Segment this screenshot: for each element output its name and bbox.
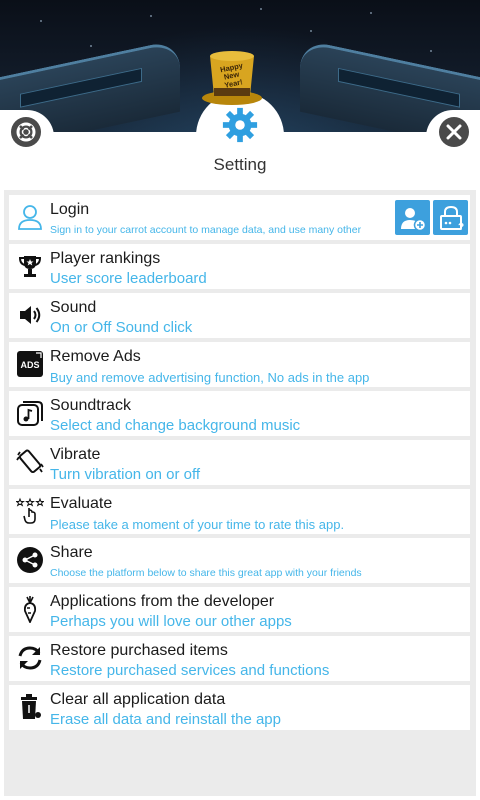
item-subtitle: Turn vibration on or off [50,466,201,483]
item-title: Soundtrack [50,397,131,414]
trophy-icon [16,252,44,280]
setting-item-login[interactable]: Login Sign in to your carrot account to … [9,195,470,240]
item-subtitle: Erase all data and reinstall the app [50,711,281,728]
item-subtitle: Choose the platform below to share this … [50,567,362,579]
setting-item-clear-data[interactable]: Clear all application data Erase all dat… [9,685,470,730]
page-title: Setting [213,155,267,174]
item-title: Clear all application data [50,691,226,708]
rate-icon [16,497,44,525]
item-title: Evaluate [50,495,113,512]
ads-icon: ADS [16,350,44,378]
item-title: Vibrate [50,446,101,463]
vibrate-icon [16,448,44,476]
item-subtitle: Select and change background music [50,417,301,434]
trash-icon [16,693,44,721]
setting-item-restore[interactable]: Restore purchased items Restore purchase… [9,636,470,681]
item-subtitle: On or Off Sound click [50,319,193,336]
setting-item-remove-ads[interactable]: ADS Remove Ads Buy and remove advertisin… [9,342,470,387]
setting-item-sound[interactable]: Sound On or Off Sound click [9,293,470,338]
settings-list: Login Sign in to your carrot account to … [4,190,476,796]
item-subtitle: Perhaps you will love our other apps [50,613,292,630]
setting-item-share[interactable]: Share Choose the platform below to share… [9,538,470,583]
restore-icon [16,644,44,672]
add-user-icon [400,207,426,231]
password-button[interactable]: ? [433,200,468,235]
music-icon [16,399,44,427]
svg-text:ADS: ADS [20,360,39,370]
support-button[interactable] [11,117,41,147]
setting-item-player-rankings[interactable]: Player rankings User score leaderboard [9,244,470,289]
item-title: Player rankings [50,250,161,267]
add-account-button[interactable] [395,200,430,235]
svg-text:?: ? [458,222,464,232]
item-subtitle: Restore purchased services and functions [50,662,330,679]
item-subtitle: Sign in to your carrot account to manage… [50,224,362,236]
setting-item-vibrate[interactable]: Vibrate Turn vibration on or off [9,440,470,485]
user-icon [16,203,44,231]
item-title: Login [50,201,90,218]
close-icon [446,124,462,140]
item-subtitle: User score leaderboard [50,270,207,287]
setting-item-developer-apps[interactable]: Applications from the developer Perhaps … [9,587,470,632]
setting-item-evaluate[interactable]: Evaluate Please take a moment of your ti… [9,489,470,534]
item-title: Share [50,544,93,561]
item-subtitle: Please take a moment of your time to rat… [50,517,345,532]
item-title: Restore purchased items [50,642,228,659]
setting-item-soundtrack[interactable]: Soundtrack Select and change background … [9,391,470,436]
item-title: Applications from the developer [50,593,275,610]
carrot-icon [16,595,44,623]
gear-icon [222,107,258,143]
lifebuoy-icon [16,122,36,142]
item-title: Remove Ads [50,348,141,365]
item-subtitle: Buy and remove advertising function, No … [50,370,370,385]
item-title: Sound [50,299,97,316]
new-year-hat-icon: Happy New Year! [202,51,262,105]
share-icon [16,546,44,574]
speaker-icon [16,301,44,329]
close-button[interactable] [439,117,469,147]
lock-help-icon: ? [439,205,464,232]
